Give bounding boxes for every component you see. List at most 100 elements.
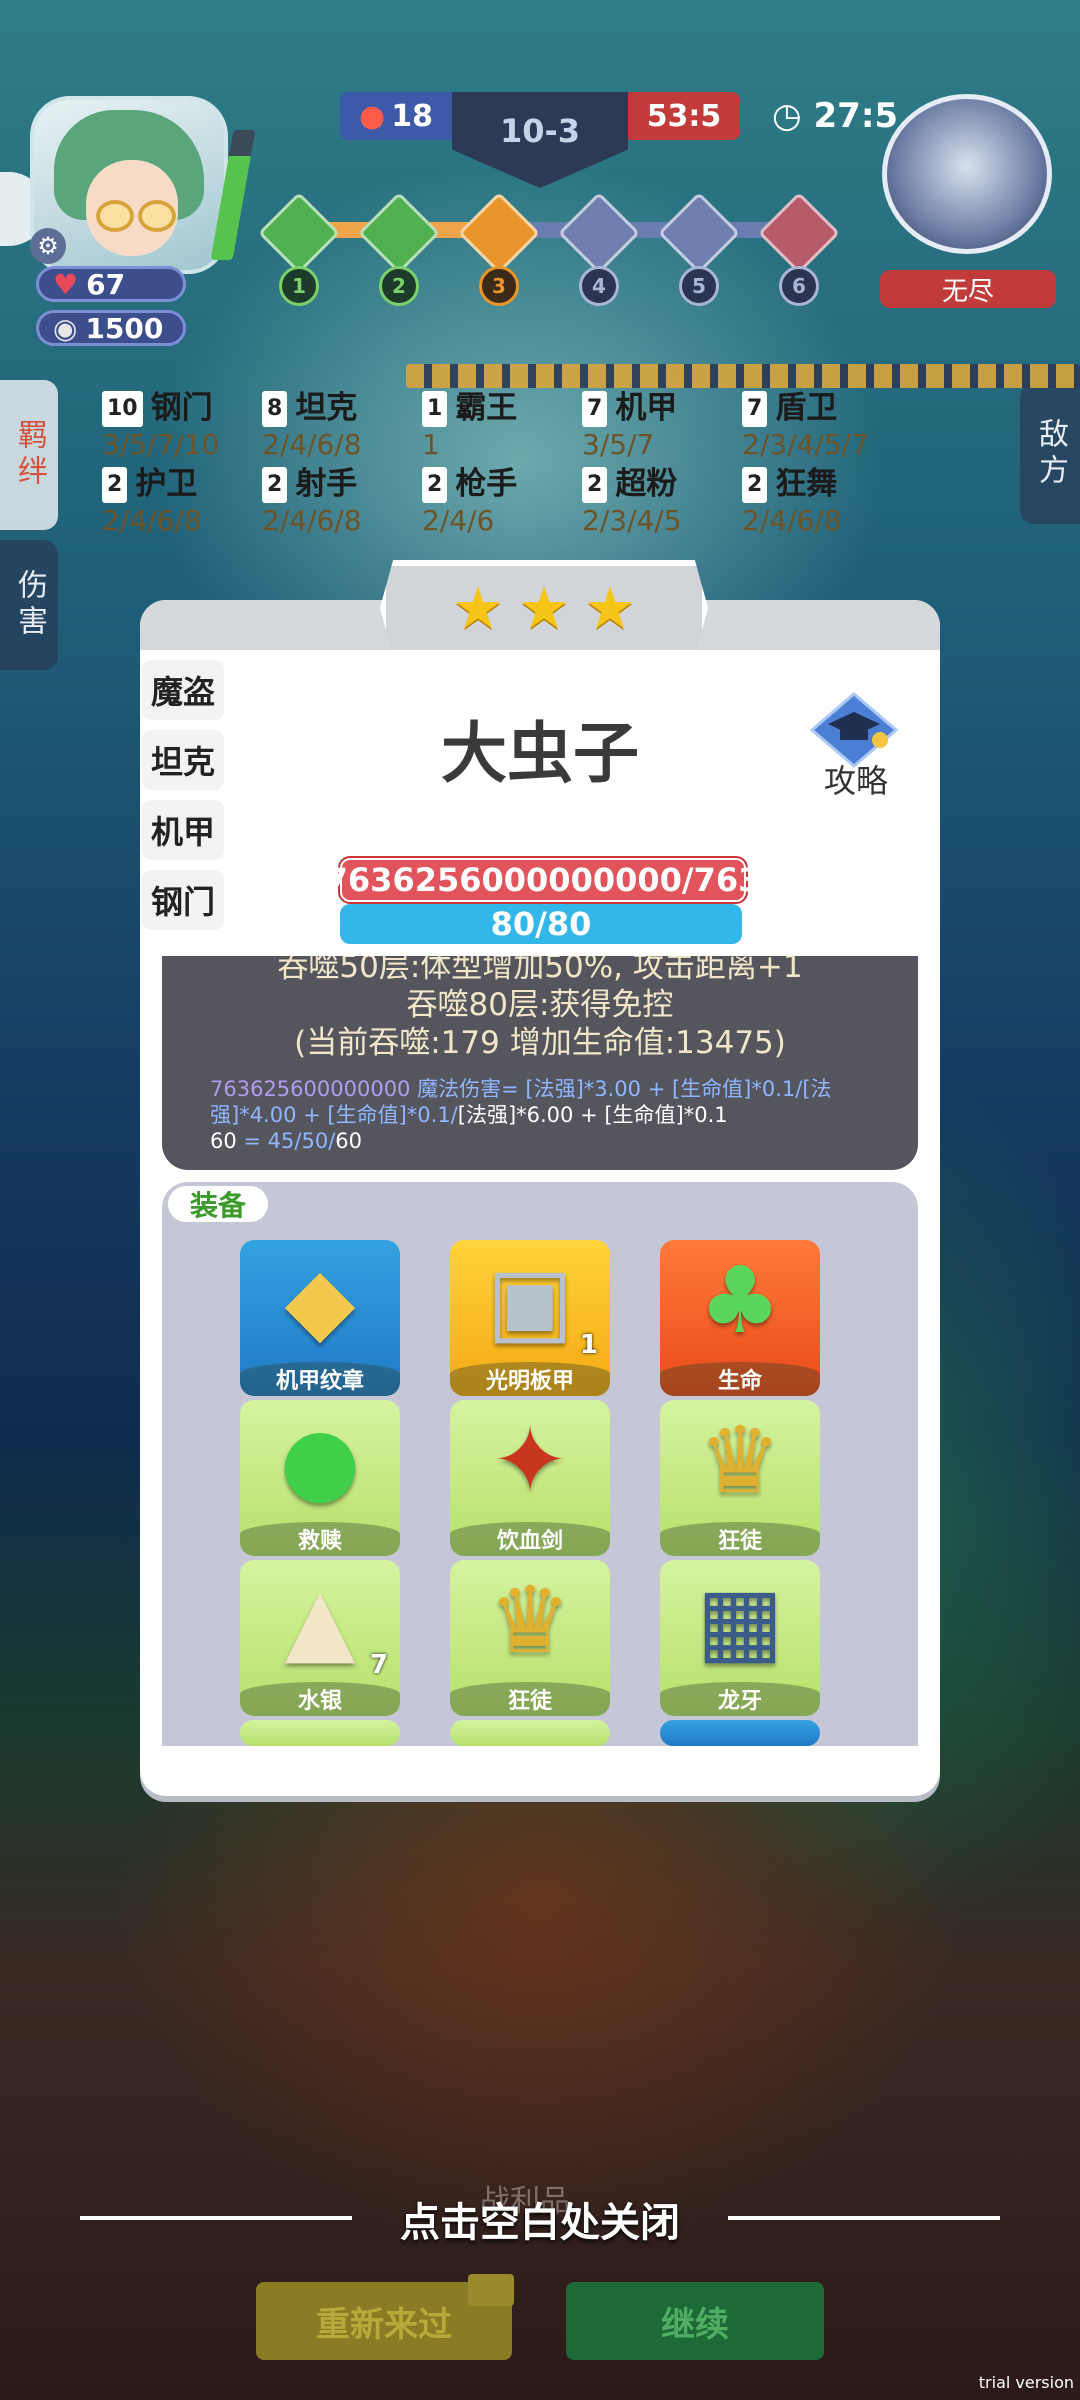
player-gold: ◉ 1500 [36,310,186,346]
synergy-ct: 3/5/7/10 [102,428,220,461]
synergy-ct: 1 [422,428,440,461]
boss-portrait[interactable] [882,94,1052,254]
guide-label[interactable]: 攻略 [810,756,902,802]
synergy-lv: 8 [262,391,288,427]
equipment-name: 饮血剑 [450,1522,610,1556]
star-icon: ★ [584,574,636,642]
stage-node-number: 3 [479,266,519,306]
equipment-name: 救赎 [240,1522,400,1556]
synergy-lv: 1 [422,391,448,427]
synergy-ct: 2/4/6/8 [742,504,842,537]
synergy-nm: 霸王 [455,390,518,426]
equipment-item[interactable]: ♣ 生命 [660,1240,820,1396]
close-hint[interactable]: 点击空白处关闭 [0,2190,1080,2248]
star-icon: ★ [518,574,570,642]
video-icon [468,2274,514,2306]
equipment-item[interactable]: ✦ 饮血剑 [450,1400,610,1556]
unit-icon-strip [406,364,1080,388]
synergy-item[interactable]: 10 钢门 3/5/7/10 [102,390,219,463]
synergy-ct: 2/4/6/8 [262,504,362,537]
category-tag[interactable]: 魔盗 [142,660,224,720]
synergy-item[interactable]: 7 盾卫 2/3/4/5/7 [742,390,869,463]
synergy-item[interactable]: 1 霸王 1 [422,390,517,463]
stage-node-number: 1 [279,266,319,306]
synergy-lv: 10 [102,391,143,427]
synergy-nm: 射手 [295,466,358,502]
gold-counter: ● 18 [340,92,452,140]
synergy-lv: 2 [742,467,768,503]
synergy-lv: 2 [102,467,128,503]
equipment-item-partial[interactable] [660,1720,820,1746]
synergy-lv: 2 [422,467,448,503]
equipment-icon: ✦ [491,1407,569,1514]
synergy-item[interactable]: 8 坦克 2/4/6/8 [262,390,362,463]
category-tag[interactable]: 坦克 [142,730,224,790]
damage-formula: 763625600000000 魔法伤害= [法强]*3.00 + [生命值]*… [210,1077,832,1153]
synergy-nm: 枪手 [455,466,518,502]
synergy-lv: 7 [582,391,608,427]
equipment-name: 水银 [240,1682,400,1716]
equipment-item-partial[interactable] [450,1720,610,1746]
equipment-item[interactable]: ♛ 狂徒 [660,1400,820,1556]
synergy-nm: 盾卫 [775,390,838,426]
equipment-item[interactable]: ▦ 龙牙 [660,1560,820,1716]
mana-bar: 80/80 [340,904,742,944]
continue-button[interactable]: 继续 [566,2282,824,2360]
equipment-icon: ● [279,1407,361,1514]
heart-icon: ♥ [53,267,79,301]
synergy-nm: 狂舞 [775,466,838,502]
equipment-item-partial[interactable] [240,1720,400,1746]
category-tag[interactable]: 钢门 [142,870,224,930]
synergy-ct: 2/4/6/8 [262,428,362,461]
category-list: 魔盗 坦克 机甲 钢门 [142,660,234,940]
synergy-ct: 3/5/7 [582,428,655,461]
synergy-nm: 坦克 [295,390,358,426]
synergy-item[interactable]: 2 枪手 2/4/6 [422,466,517,539]
settings-icon[interactable]: ⚙ [30,228,66,264]
synergy-nm: 机甲 [615,390,678,426]
equipment-icon: ♛ [488,1567,572,1674]
synergy-item[interactable]: 2 射手 2/4/6/8 [262,466,362,539]
equipment-item[interactable]: ♛ 狂徒 [450,1560,610,1716]
boss-label: 无尽 [880,270,1056,308]
tab-damage[interactable]: 伤害 [0,540,58,670]
equipment-name: 光明板甲 [450,1362,610,1396]
desc-line: 吞噬80层:获得免控 [406,987,674,1023]
hp-bar: 7636256000000000/763 [326,858,760,902]
synergy-lv: 2 [582,467,608,503]
star-rating: ★ ★ ★ [380,560,708,656]
equipment-item[interactable]: ◆ 机甲纹章 [240,1240,400,1396]
synergy-lv: 2 [262,467,288,503]
equipment-item[interactable]: ▲ 水银 7 [240,1560,400,1716]
equipment-icon: ▦ [696,1567,784,1674]
timer: ◷ 27:5 [772,96,899,136]
desc-line: 吞噬50层:体型增加50%, 攻击距离+1 [277,956,803,985]
unit-name: 大虫子 [441,715,639,792]
synergy-item[interactable]: 2 护卫 2/4/6/8 [102,466,202,539]
category-tag[interactable]: 机甲 [142,800,224,860]
synergy-ct: 2/4/6/8 [102,504,202,537]
synergy-lv: 7 [742,391,768,427]
synergy-item[interactable]: 2 超粉 2/3/4/5 [582,466,682,539]
equipment-count: 1 [579,1330,598,1360]
equipment-item[interactable]: ● 救赎 [240,1400,400,1556]
synergy-item[interactable]: 2 狂舞 2/4/6/8 [742,466,842,539]
equipment-icon: ♛ [698,1407,782,1514]
synergy-ct: 2/4/6 [422,504,495,537]
synergy-item[interactable]: 7 机甲 3/5/7 [582,390,677,463]
tab-synergy[interactable]: 羁绊 [0,380,58,530]
flame-icon: ● [359,98,386,134]
synergy-nm: 护卫 [135,466,198,502]
enemy-counter: 53:5 [628,92,740,140]
equipment-name: 生命 [660,1362,820,1396]
equipment-item[interactable]: ▣ 光明板甲 1 [450,1240,610,1396]
equipment-name: 机甲纹章 [240,1362,400,1396]
stage-node-number: 2 [379,266,419,306]
skill-description: 吞噬50层:体型增加50%, 攻击距离+1 吞噬80层:获得免控 (当前吞噬:1… [162,956,918,1170]
equipment-count: 7 [369,1650,388,1680]
stage-node-number: 4 [579,266,619,306]
equipment-name: 狂徒 [660,1522,820,1556]
trial-watermark: trial version [978,2373,1074,2392]
synergy-ct: 2/3/4/5/7 [742,428,869,461]
tab-enemy[interactable]: 敌方 [1020,384,1080,524]
